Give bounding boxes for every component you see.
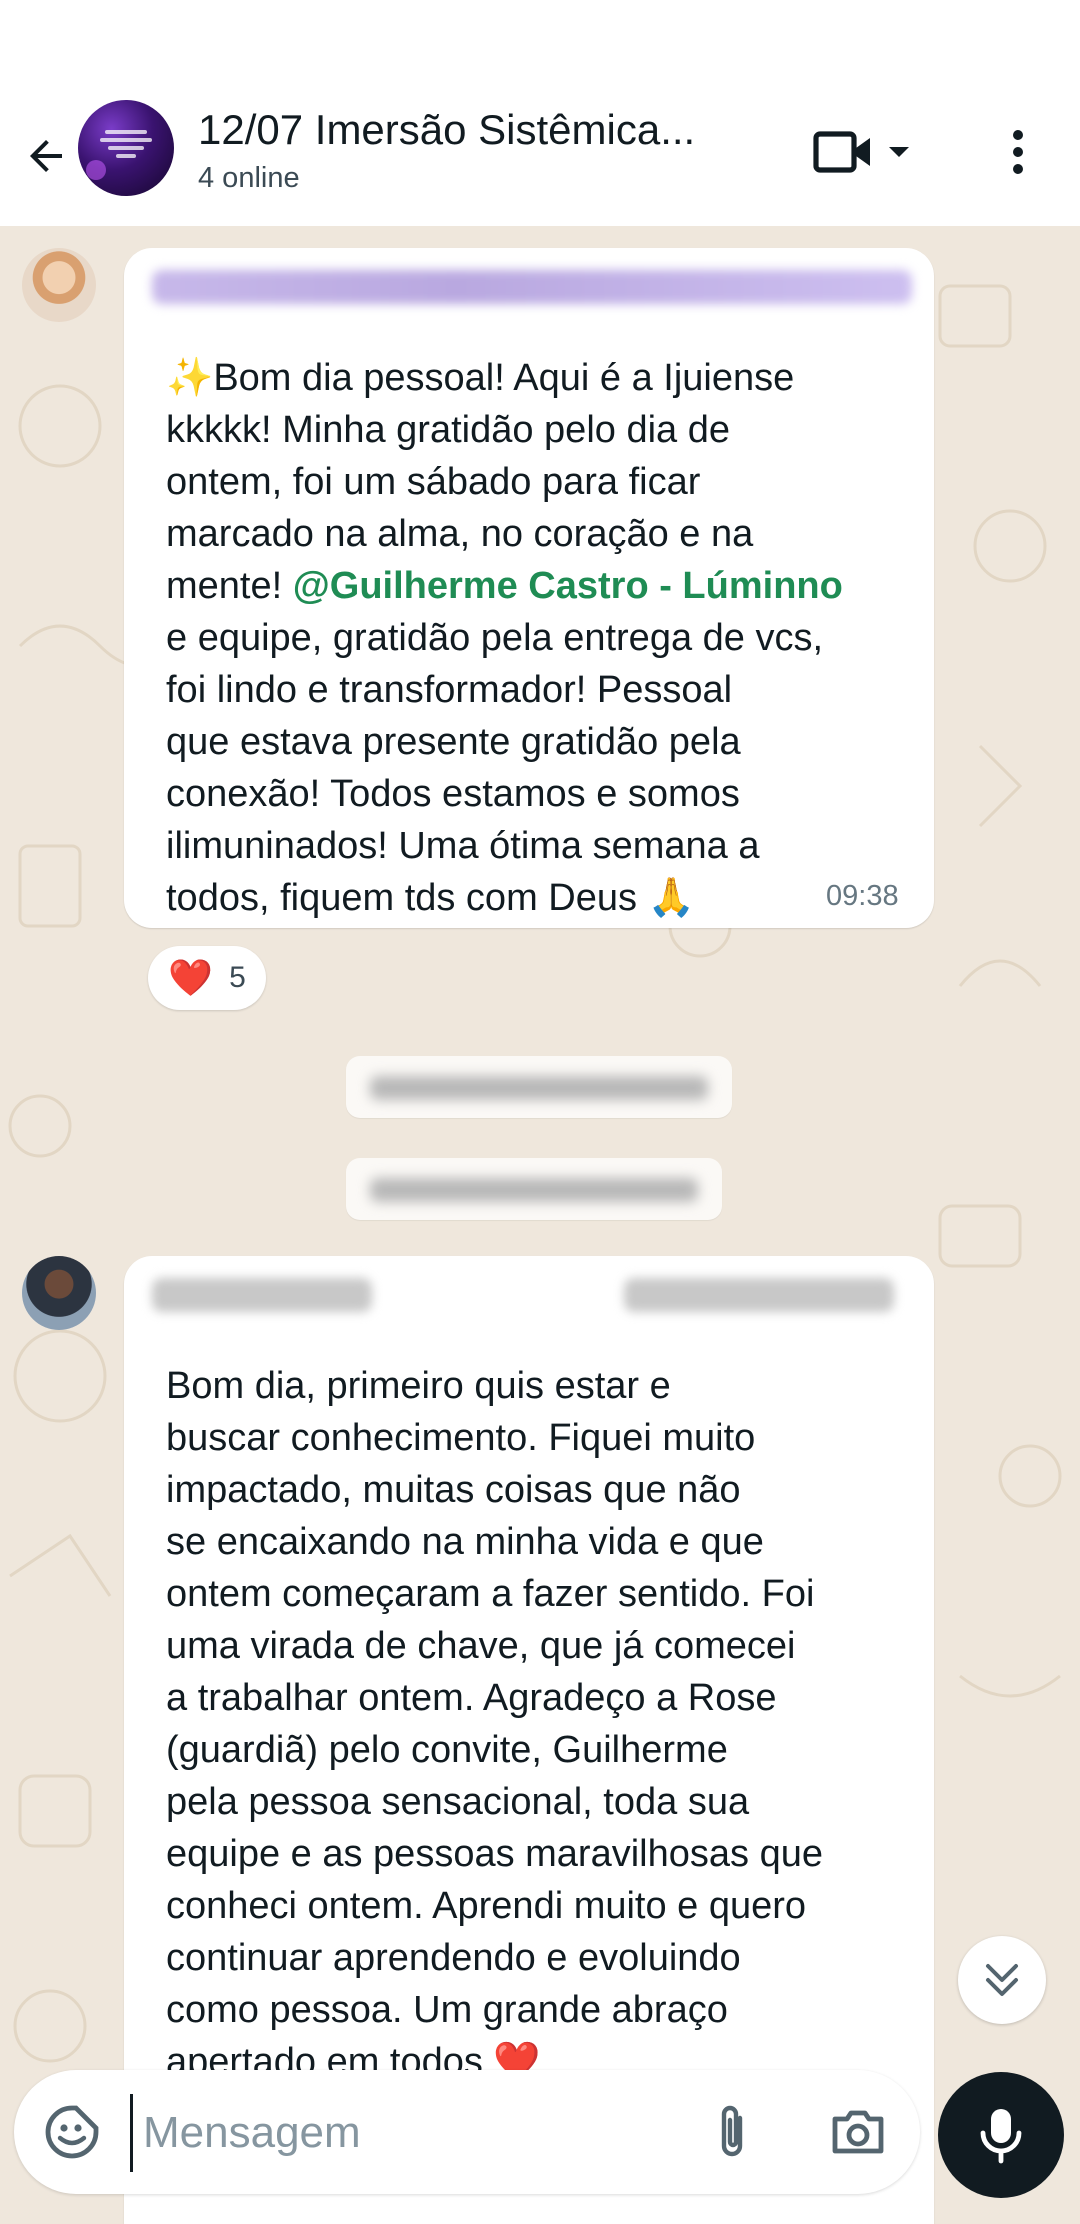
- chevron-down-icon: [889, 147, 909, 157]
- sticker-icon: [45, 2105, 99, 2159]
- sender-name-blurred: [152, 1278, 372, 1312]
- chat-area[interactable]: ✨Bom dia pessoal! Aqui é a Ijuiense kkkk…: [0, 226, 1080, 2224]
- sender-avatar[interactable]: [22, 248, 96, 322]
- group-avatar[interactable]: [78, 100, 174, 196]
- reaction-badge[interactable]: ❤️ 5: [148, 946, 266, 1010]
- mention-link[interactable]: @Guilherme Castro - Lúminno: [293, 565, 843, 607]
- chat-info[interactable]: 12/07 Imersão Sistêmica... 4 online: [198, 104, 758, 198]
- scroll-to-bottom-button[interactable]: [958, 1936, 1046, 2024]
- voice-message-button[interactable]: [938, 2072, 1064, 2198]
- message-time: 09:38: [826, 880, 899, 912]
- message-text: ✨Bom dia pessoal! Aqui é a Ijuiense kkkk…: [166, 357, 843, 919]
- sender-avatar[interactable]: [22, 1256, 96, 1330]
- system-notice: [346, 1056, 732, 1118]
- message-text: Bom dia, primeiro quis estar e buscar co…: [166, 1365, 823, 2083]
- more-vert-icon: [1013, 130, 1023, 174]
- message-composer: [14, 2070, 920, 2194]
- message-input[interactable]: [130, 2094, 705, 2172]
- message-bubble[interactable]: ✨Bom dia pessoal! Aqui é a Ijuiense kkkk…: [124, 248, 934, 928]
- system-notice: [346, 1158, 722, 1220]
- more-options-button[interactable]: [990, 122, 1046, 182]
- chat-header: 12/07 Imersão Sistêmica... 4 online: [0, 100, 1080, 226]
- video-camera-icon: [813, 131, 870, 173]
- video-call-button[interactable]: [812, 122, 924, 182]
- arrow-left-icon: [30, 140, 62, 172]
- sender-phone-blurred: [624, 1278, 894, 1312]
- reaction-count: 5: [229, 961, 246, 994]
- camera-icon: [832, 2110, 884, 2154]
- double-chevron-down-icon: [986, 1964, 1018, 1996]
- camera-button[interactable]: [826, 2100, 890, 2164]
- chat-title: 12/07 Imersão Sistêmica...: [198, 106, 696, 153]
- back-button[interactable]: [18, 128, 74, 184]
- paperclip-icon: [721, 2105, 743, 2157]
- attach-button[interactable]: [700, 2100, 764, 2164]
- online-status: 4 online: [198, 162, 300, 194]
- sender-name-blurred: [152, 270, 912, 304]
- sticker-button[interactable]: [40, 2100, 104, 2164]
- heart-icon: ❤️: [168, 957, 214, 998]
- microphone-icon: [980, 2109, 1022, 2164]
- status-bar: [0, 0, 1080, 100]
